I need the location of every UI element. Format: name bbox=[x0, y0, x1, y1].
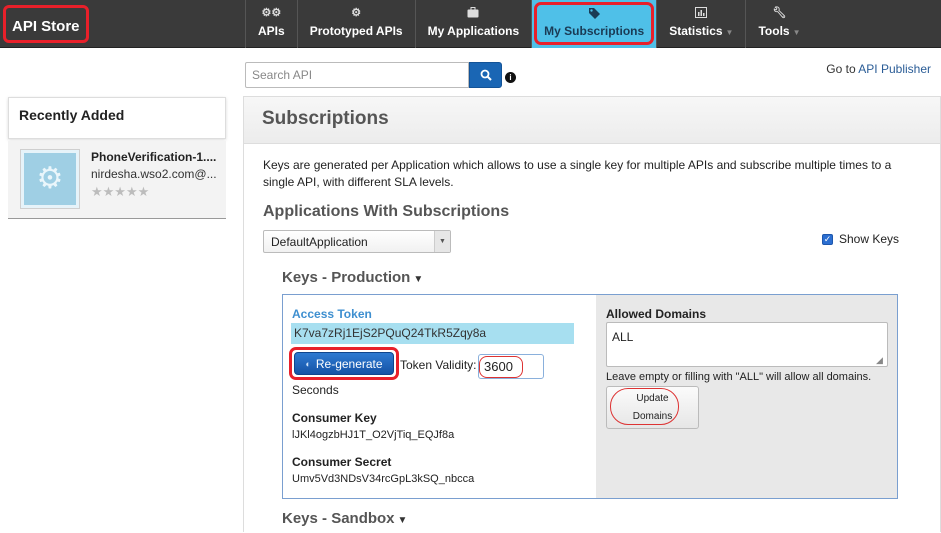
top-navbar: API Store ⚙⚙ APIs ⚙ Prototyped APIs My A… bbox=[0, 0, 941, 48]
regenerate-label: Re-generate bbox=[315, 356, 383, 371]
update-domains-button[interactable]: Update Domains bbox=[606, 386, 699, 429]
nav-prototyped-apis[interactable]: ⚙ Prototyped APIs bbox=[296, 0, 415, 48]
nav-tools-text: Tools bbox=[758, 24, 790, 38]
show-keys-label: Show Keys bbox=[839, 232, 900, 246]
allowed-domains-field[interactable]: ALL bbox=[606, 322, 888, 367]
token-column: Access Token K7va7zRj1EjS2PQuQ24TkR5Zqy8… bbox=[283, 295, 596, 498]
goto-publisher: Go to API Publisher bbox=[826, 62, 931, 76]
nav-my-applications[interactable]: My Applications bbox=[414, 0, 532, 48]
info-icon[interactable]: i bbox=[505, 72, 516, 83]
nav-prototyped-apis-label: Prototyped APIs bbox=[309, 24, 403, 38]
nav-statistics[interactable]: Statistics ▼ bbox=[656, 0, 745, 48]
allowed-domains-hint: Leave empty or filling with "ALL" will a… bbox=[606, 371, 872, 383]
gear-icon: ⚙ bbox=[351, 7, 362, 19]
gears-icon: ⚙⚙ bbox=[261, 7, 282, 19]
caret-down-icon: ▼ bbox=[792, 28, 801, 37]
keys-production-toggle[interactable]: Keys - Production ▼ bbox=[282, 269, 423, 286]
goto-prefix: Go to bbox=[826, 62, 856, 76]
token-validity-input[interactable] bbox=[478, 354, 544, 379]
gears-icon: ⚙ bbox=[36, 162, 64, 195]
application-select-value: DefaultApplication bbox=[271, 235, 368, 249]
access-token-value[interactable]: K7va7zRj1EjS2PQuQ24TkR5Zqy8a bbox=[291, 323, 574, 344]
production-keys-box: Access Token K7va7zRj1EjS2PQuQ24TkR5Zqy8… bbox=[282, 294, 898, 499]
consumer-secret-value[interactable]: Umv5Vd3NDsV34rcGpL3kSQ_nbcca bbox=[292, 473, 474, 485]
recent-api-owner: nirdesha.wso2.com@... bbox=[91, 167, 217, 181]
tags-icon bbox=[588, 7, 601, 19]
nav-statistics-text: Statistics bbox=[669, 24, 723, 38]
wrench-icon: 🔧︎ bbox=[772, 7, 787, 19]
refresh-icon: ◐ bbox=[305, 358, 311, 369]
recently-added-title: Recently Added bbox=[8, 97, 226, 139]
show-keys-checkbox[interactable]: ✓ bbox=[822, 233, 833, 245]
api-thumbnail[interactable]: ⚙ bbox=[20, 149, 80, 209]
dropdown-arrow-icon: ▼ bbox=[434, 231, 450, 252]
consumer-key-label: Consumer Key bbox=[292, 411, 377, 425]
token-validity-unit: Seconds bbox=[292, 383, 339, 397]
access-token-label: Access Token bbox=[292, 307, 372, 321]
recent-api-name[interactable]: PhoneVerification-1.... bbox=[91, 150, 216, 164]
applications-heading: Applications With Subscriptions bbox=[263, 203, 510, 220]
regenerate-button[interactable]: ◐ Re-generate bbox=[294, 352, 394, 375]
caret-down-icon: ▼ bbox=[725, 28, 734, 37]
domains-column: Allowed Domains ALL ◢ Leave empty or fil… bbox=[596, 295, 897, 498]
consumer-key-value[interactable]: lJKl4ogzbHJ1T_O2VjTiq_EQJf8a bbox=[292, 429, 454, 441]
search-icon bbox=[480, 69, 492, 81]
panel-body: Keys are generated per Application which… bbox=[244, 144, 940, 533]
subscriptions-description: Keys are generated per Application which… bbox=[263, 158, 892, 189]
chevron-down-icon: ▼ bbox=[413, 274, 424, 285]
api-publisher-link[interactable]: API Publisher bbox=[858, 62, 931, 76]
token-validity-label: Token Validity: bbox=[400, 358, 477, 372]
nav-my-subscriptions-label: My Subscriptions bbox=[544, 24, 645, 38]
keys-sandbox-title: Keys - Sandbox bbox=[282, 510, 395, 527]
application-select[interactable]: DefaultApplication ▼ bbox=[263, 230, 451, 253]
main-nav: ⚙⚙ APIs ⚙ Prototyped APIs My Application… bbox=[245, 0, 813, 48]
update-domains-line2: Domains bbox=[632, 411, 673, 422]
chevron-down-icon: ▼ bbox=[397, 515, 408, 526]
consumer-secret-label: Consumer Secret bbox=[292, 455, 392, 469]
nav-apis-label: APIs bbox=[258, 24, 285, 38]
briefcase-icon bbox=[467, 7, 479, 19]
nav-my-subscriptions[interactable]: My Subscriptions bbox=[531, 0, 657, 48]
bar-chart-icon bbox=[695, 7, 708, 19]
resize-grip-icon[interactable]: ◢ bbox=[876, 355, 883, 366]
search-input[interactable] bbox=[245, 62, 469, 88]
search-button[interactable] bbox=[469, 62, 502, 88]
recent-api-item[interactable]: ⚙ PhoneVerification-1.... nirdesha.wso2.… bbox=[8, 141, 226, 219]
regenerate-highlight: ◐ Re-generate bbox=[289, 347, 399, 380]
nav-apis[interactable]: ⚙⚙ APIs bbox=[245, 0, 297, 48]
nav-tools[interactable]: 🔧︎ Tools ▼ bbox=[745, 0, 812, 48]
subscriptions-panel: Subscriptions Keys are generated per App… bbox=[243, 96, 941, 533]
keys-sandbox-toggle[interactable]: Keys - Sandbox ▼ bbox=[282, 510, 407, 527]
allowed-domains-label: Allowed Domains bbox=[606, 307, 707, 321]
brand-logo[interactable]: API Store bbox=[3, 5, 89, 43]
nav-statistics-label: Statistics ▼ bbox=[669, 24, 733, 38]
nav-my-applications-label: My Applications bbox=[427, 24, 520, 38]
page-title: Subscriptions bbox=[244, 97, 940, 144]
show-keys-toggle[interactable]: ✓ Show Keys bbox=[822, 232, 899, 246]
keys-production-title: Keys - Production bbox=[282, 269, 411, 286]
nav-tools-label: Tools ▼ bbox=[758, 24, 800, 38]
update-domains-line1: Update bbox=[636, 393, 669, 404]
rating-stars: ★★★★★ bbox=[91, 184, 150, 199]
